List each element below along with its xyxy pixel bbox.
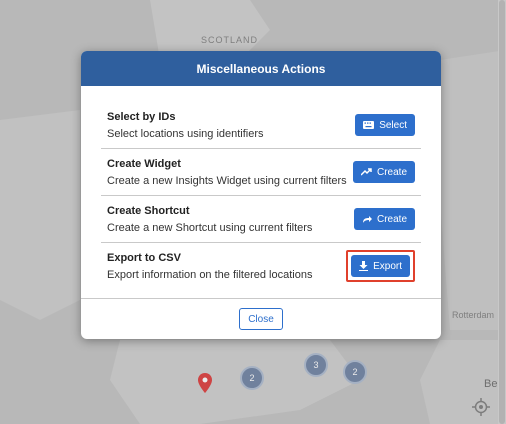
create-widget-button[interactable]: Create bbox=[352, 161, 415, 183]
action-description: Select locations using identifiers bbox=[107, 127, 264, 140]
select-button[interactable]: Select bbox=[355, 114, 415, 136]
share-arrow-icon bbox=[362, 215, 372, 224]
export-button-label: Export bbox=[373, 260, 402, 272]
action-row-create-shortcut: Create Shortcut Create a new Shortcut us… bbox=[101, 196, 421, 243]
keyboard-icon bbox=[363, 121, 375, 129]
action-row-create-widget: Create Widget Create a new Insights Widg… bbox=[101, 149, 421, 196]
trend-icon bbox=[360, 168, 372, 176]
action-title: Create Widget bbox=[107, 157, 181, 170]
action-title: Select by IDs bbox=[107, 110, 176, 123]
modal-header: Miscellaneous Actions bbox=[81, 51, 441, 86]
action-description: Export information on the filtered locat… bbox=[107, 268, 313, 281]
action-row-export-csv: Export to CSV Export information on the … bbox=[101, 243, 421, 289]
download-icon bbox=[359, 261, 369, 271]
select-button-label: Select bbox=[379, 119, 407, 131]
create-shortcut-button[interactable]: Create bbox=[353, 208, 415, 230]
create-widget-button-label: Create bbox=[376, 166, 407, 178]
modal-body: Select by IDs Select locations using ide… bbox=[81, 86, 441, 289]
action-title: Export to CSV bbox=[107, 251, 181, 264]
action-description: Create a new Shortcut using current filt… bbox=[107, 221, 313, 234]
export-highlight: Export bbox=[346, 250, 415, 282]
action-title: Create Shortcut bbox=[107, 204, 190, 217]
export-button[interactable]: Export bbox=[351, 255, 410, 277]
action-description: Create a new Insights Widget using curre… bbox=[107, 174, 347, 187]
create-shortcut-button-label: Create bbox=[376, 213, 407, 225]
close-button[interactable]: Close bbox=[239, 308, 283, 330]
misc-actions-modal: Miscellaneous Actions Select by IDs Sele… bbox=[81, 51, 441, 339]
modal-title: Miscellaneous Actions bbox=[196, 61, 326, 76]
action-row-select-by-ids: Select by IDs Select locations using ide… bbox=[101, 102, 421, 149]
modal-footer: Close bbox=[81, 298, 441, 339]
